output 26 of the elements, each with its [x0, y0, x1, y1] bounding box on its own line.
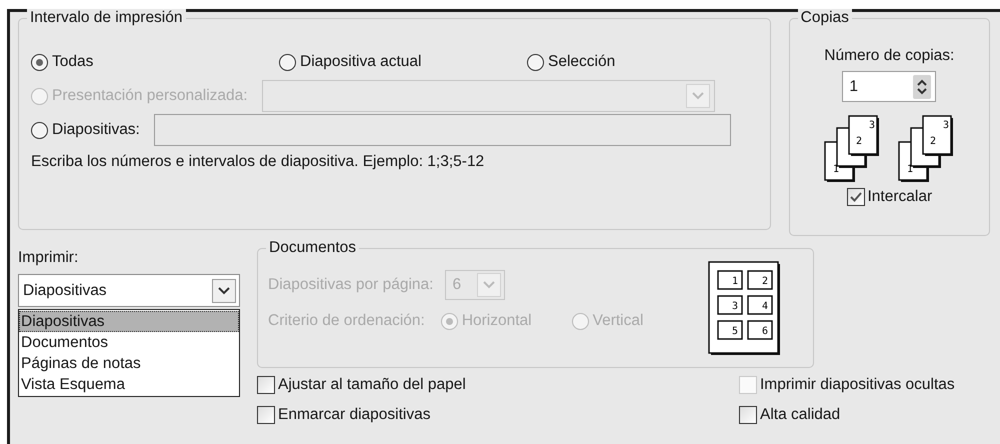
dropdown-option[interactable]: Diapositivas [19, 311, 239, 332]
copies-spinner[interactable]: 1 [842, 71, 936, 102]
chevron-down-icon [218, 286, 230, 294]
checkbox[interactable]: Alta calidad [739, 406, 977, 424]
group-title: Copias [798, 9, 852, 27]
order-label: Criterio de ordenación: [268, 312, 425, 330]
slides-input-field[interactable] [154, 114, 731, 146]
checkbox[interactable]: Enmarcar diapositivas [257, 406, 739, 424]
per-page-label: Diapositivas por página: [268, 276, 434, 294]
print-what-label: Imprimir: [18, 248, 80, 268]
radio-button[interactable]: Diapositiva actual [279, 53, 527, 71]
handout-layout-icon: 1 2 3 4 5 6 [708, 261, 782, 357]
radio-button[interactable]: Selección [527, 53, 616, 71]
hint-text: Escriba los números e intervalos de diapositiva. Ejemplo: 1;3;5-12 [31, 153, 486, 171]
checkbox[interactable]: Intercalar [846, 188, 932, 206]
checkbox[interactable]: Ajustar al tamaño del papel [257, 376, 739, 394]
print-what-dropdown[interactable]: Diapositivas [18, 274, 240, 307]
group-title: Intervalo de impresión [27, 9, 186, 27]
checkmark-icon [850, 192, 862, 202]
radio-button[interactable]: Diapositivas: [31, 121, 140, 139]
chevron-down-icon [483, 281, 496, 289]
copies-label: Número de copias: [824, 47, 954, 65]
chevron-down-icon [692, 92, 704, 100]
custom-show-dropdown[interactable] [262, 80, 715, 112]
radio-button[interactable]: Todas [31, 53, 279, 71]
spin-arrows-icon [917, 78, 928, 94]
